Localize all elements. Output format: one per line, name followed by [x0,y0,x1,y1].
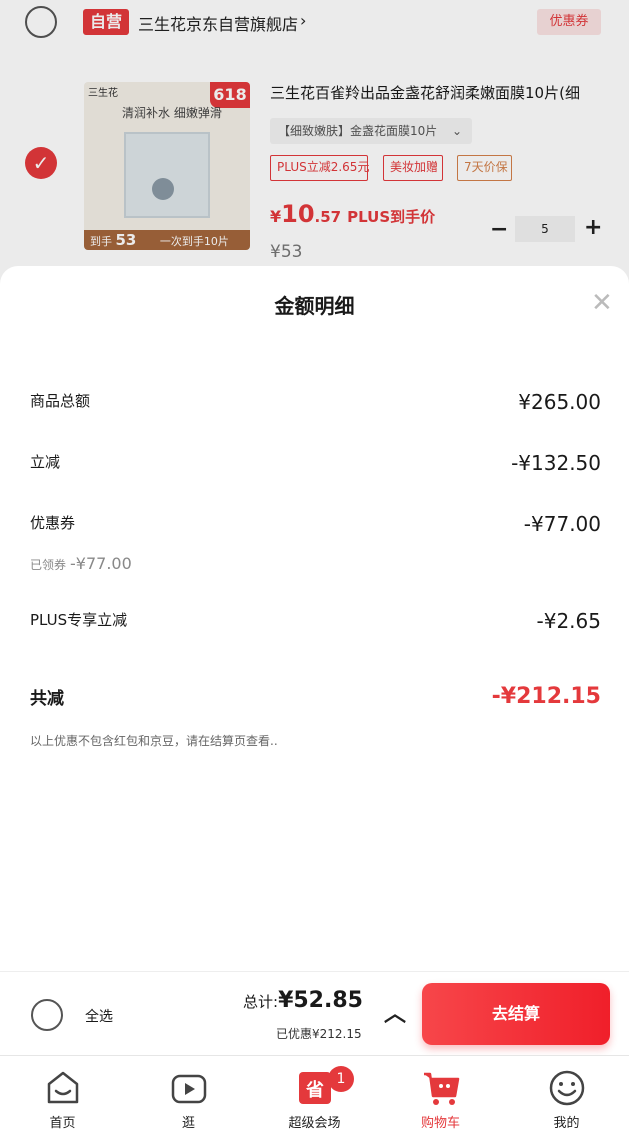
shopping-cart-icon [424,1072,460,1105]
home-icon [47,1071,79,1104]
video-play-icon [171,1074,207,1104]
close-icon[interactable]: ✕ [591,290,613,316]
smiley-profile-icon [549,1070,585,1106]
cart-background: 自营 三生花京东自营旗舰店 › 优惠券 ✓ 三生花 618 清润补水 细嫩弹滑 … [0,0,629,300]
tab-stroll-label: 逛 [181,1116,195,1131]
select-all-label[interactable]: 全选 [85,1006,113,1026]
row-label-plus-discount: PLUS专享立减 [30,611,128,629]
tab-home[interactable]: 首页 [0,1056,125,1142]
tab-mine[interactable]: 我的 [504,1056,629,1142]
checkout-total-value: ¥52.85 [278,988,363,1013]
amount-detail-sheet: 金额明细 ✕ 商品总额 ¥265.00 立减 -¥132.50 优惠券 -¥77… [0,266,629,976]
coupon-claimed-note: 已领券 -¥77.00 [30,554,132,573]
bottom-tab-bar: 首页 逛 省 1 超级会场 购物车 我的 [0,1055,629,1142]
checkout-button[interactable]: 去结算 [422,983,610,1045]
row-value-instant-discount: -¥132.50 [511,451,601,475]
tab-super-venue[interactable]: 省 1 超级会场 [252,1056,377,1142]
checkout-total: 总计:¥52.85 [243,988,363,1013]
tab-mine-label: 我的 [553,1116,580,1131]
total-discount-value: -¥212.15 [491,684,601,709]
row-value-plus-discount: -¥2.65 [536,609,601,633]
tab-home-label: 首页 [49,1116,76,1131]
tab-cart[interactable]: 购物车 [378,1056,503,1142]
coupon-claimed-value: -¥77.00 [70,554,132,573]
sheet-title: 金额明细 [274,294,355,318]
total-discount-label: 共减 [30,689,64,709]
row-label-instant-discount: 立减 [30,453,61,471]
dim-overlay[interactable] [0,0,629,300]
checkout-saved: 已优惠¥212.15 [276,1027,362,1041]
chevron-up-icon[interactable]: ︿ [384,996,406,1028]
tab-stroll[interactable]: 逛 [126,1056,251,1142]
row-label-coupon: 优惠券 [30,514,76,532]
tab-cart-label: 购物车 [420,1116,460,1131]
discount-disclaimer: 以上优惠不包含红包和京豆，请在结算页查看.. [30,734,278,748]
tab-super-label: 超级会场 [288,1116,341,1131]
row-value-goods-total: ¥265.00 [518,390,601,414]
checkout-total-label: 总计: [243,993,279,1011]
super-venue-badge: 1 [328,1066,354,1092]
savings-venue-icon-char: 省 [305,1079,324,1101]
row-value-coupon: -¥77.00 [523,512,601,536]
checkout-bar: 全选 总计:¥52.85 已优惠¥212.15 ︿ 去结算 [0,971,629,1055]
row-label-goods-total: 商品总额 [30,392,91,410]
select-all-checkbox[interactable] [31,999,63,1031]
coupon-claimed-label: 已领券 [30,558,67,572]
